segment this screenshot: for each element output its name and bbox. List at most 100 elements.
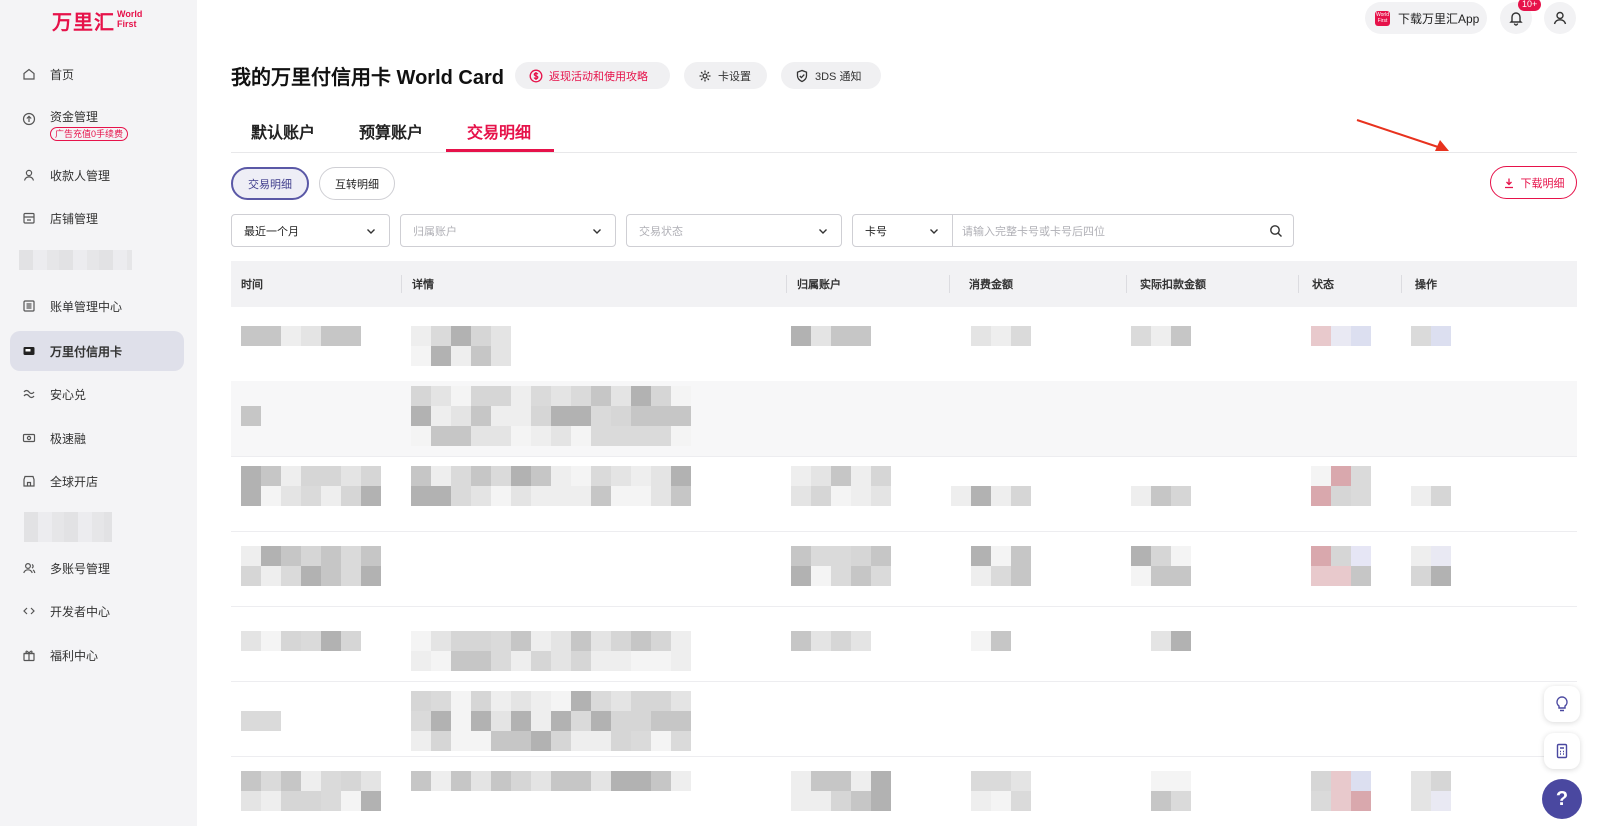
column-divider (1126, 275, 1127, 293)
redacted-cell (241, 711, 281, 731)
sidebar-item-multi-account[interactable]: 多账号管理 (10, 548, 184, 588)
page-title: 我的万里付信用卡 World Card (231, 67, 504, 89)
sidebar-item-label: 店铺管理 (50, 211, 99, 226)
sidebar-item-fx[interactable]: 安心兑 (10, 374, 184, 414)
tab-budget-account[interactable]: 预算账户 (359, 119, 423, 143)
sidebar-item-funds[interactable]: 资金管理 广告充值0手续费 (10, 100, 184, 148)
chevron-down-icon (819, 228, 827, 234)
redacted-cell (411, 631, 691, 671)
column-divider (949, 275, 950, 293)
annotation-arrow (1356, 119, 1449, 151)
tab-transactions[interactable]: 交易明细 (467, 119, 531, 143)
profile-button[interactable] (1544, 2, 1576, 34)
user-icon (1553, 11, 1567, 25)
column-divider (401, 275, 402, 293)
redacted-cell (1311, 326, 1371, 346)
redacted-cell (241, 466, 381, 506)
card-type-select[interactable]: 卡号 (852, 214, 953, 247)
gift-icon (22, 648, 36, 662)
sidebar-item-label: 安心兑 (50, 387, 87, 402)
promo-badge: 广告充值0手续费 (50, 126, 129, 141)
search-icon[interactable] (1269, 224, 1283, 238)
blurred-nav-item (19, 250, 132, 270)
redacted-cell (791, 631, 871, 651)
calculator-button[interactable] (1544, 733, 1580, 769)
cashback-guide-button[interactable]: 返现活动和使用攻略 (515, 62, 670, 89)
card-search-input[interactable]: 请输入完整卡号或卡号后四位 (952, 214, 1294, 247)
column-header-details: 详情 (412, 279, 434, 291)
subtab-transactions[interactable]: 交易明细 (231, 167, 309, 200)
sidebar-item-world-card[interactable]: 万里付信用卡 (10, 331, 184, 371)
download-app-button[interactable]: World First 下载万里汇App (1365, 2, 1487, 34)
user-icon (22, 168, 36, 182)
download-details-button[interactable]: 下载明细 (1490, 166, 1577, 199)
redacted-cell (791, 466, 891, 506)
redacted-cell (1311, 546, 1371, 586)
card-settings-label: 卡设置 (718, 70, 751, 83)
active-tab-indicator (446, 149, 554, 152)
redacted-cell (1411, 546, 1451, 586)
app-logo-icon: World First (1375, 10, 1390, 26)
tips-button[interactable] (1544, 686, 1580, 722)
redacted-cell (971, 326, 1031, 346)
home-icon (22, 67, 36, 81)
redacted-cell (411, 386, 691, 446)
account-select[interactable]: 归属账户 (400, 214, 616, 247)
sidebar-item-label: 资金管理 (50, 109, 99, 124)
calculator-icon (1556, 743, 1568, 759)
redacted-cell (411, 326, 511, 366)
upload-circle-icon (22, 112, 36, 126)
list-icon (22, 299, 36, 313)
brand-name-cn: 万里汇 (52, 10, 115, 34)
sidebar-item-global-store[interactable]: 全球开店 (10, 461, 184, 501)
blurred-nav-item (24, 512, 112, 542)
chevron-down-icon (593, 228, 601, 234)
sidebar-item-billing[interactable]: 账单管理中心 (10, 286, 184, 326)
redacted-cell (241, 546, 381, 586)
tab-default-account[interactable]: 默认账户 (251, 119, 315, 143)
lightbulb-icon (1556, 696, 1568, 712)
subtab-transfers[interactable]: 互转明细 (319, 167, 395, 200)
chevron-down-icon (930, 228, 938, 234)
question-icon: ? (1555, 787, 1569, 810)
column-divider (1401, 275, 1402, 293)
download-icon (1504, 178, 1513, 188)
sidebar-item-label: 全球开店 (50, 474, 99, 489)
brand-logo[interactable]: 万里汇 World First (52, 6, 142, 35)
status-select[interactable]: 交易状态 (626, 214, 842, 247)
threeds-notice-button[interactable]: 3DS 通知 (781, 62, 881, 89)
sidebar-item-home[interactable]: 首页 (10, 54, 184, 94)
status-placeholder: 交易状态 (639, 225, 683, 238)
row-divider (231, 531, 1577, 532)
help-button[interactable]: ? (1542, 779, 1582, 819)
sidebar-item-payees[interactable]: 收款人管理 (10, 155, 184, 195)
redacted-cell (1131, 486, 1191, 506)
period-select[interactable]: 最近一个月 (231, 214, 390, 247)
redacted-cell (241, 326, 361, 346)
card-settings-button[interactable]: 卡设置 (684, 62, 767, 89)
column-header-actions: 操作 (1415, 279, 1437, 291)
row-divider (231, 456, 1577, 457)
column-header-account: 归属账户 (797, 279, 841, 291)
row-divider (231, 606, 1577, 607)
sidebar-item-label: 多账号管理 (50, 561, 111, 576)
card-type-value: 卡号 (865, 225, 887, 238)
sidebar-item-financing[interactable]: 极速融 (10, 418, 184, 458)
sidebar: 万里汇 World First 首页 资金管理 广告充值0手续费 收款人管理 店铺… (0, 0, 197, 826)
chevron-down-icon (367, 228, 375, 234)
period-value: 最近一个月 (244, 225, 299, 238)
sidebar-item-label: 福利中心 (50, 648, 99, 663)
sidebar-item-label: 万里付信用卡 (50, 344, 123, 359)
sidebar-item-developer[interactable]: 开发者中心 (10, 591, 184, 631)
sidebar-item-benefits[interactable]: 福利中心 (10, 635, 184, 675)
users-icon (22, 561, 36, 575)
money-icon (22, 431, 36, 445)
redacted-cell (1131, 546, 1191, 586)
column-divider (1298, 275, 1299, 293)
download-details-label: 下载明细 (1520, 177, 1565, 190)
redacted-cell (411, 771, 691, 791)
redacted-cell (411, 691, 691, 751)
sidebar-item-stores[interactable]: 店铺管理 (10, 198, 184, 238)
dollar-icon (529, 69, 543, 82)
download-app-label: 下载万里汇App (1398, 11, 1480, 26)
